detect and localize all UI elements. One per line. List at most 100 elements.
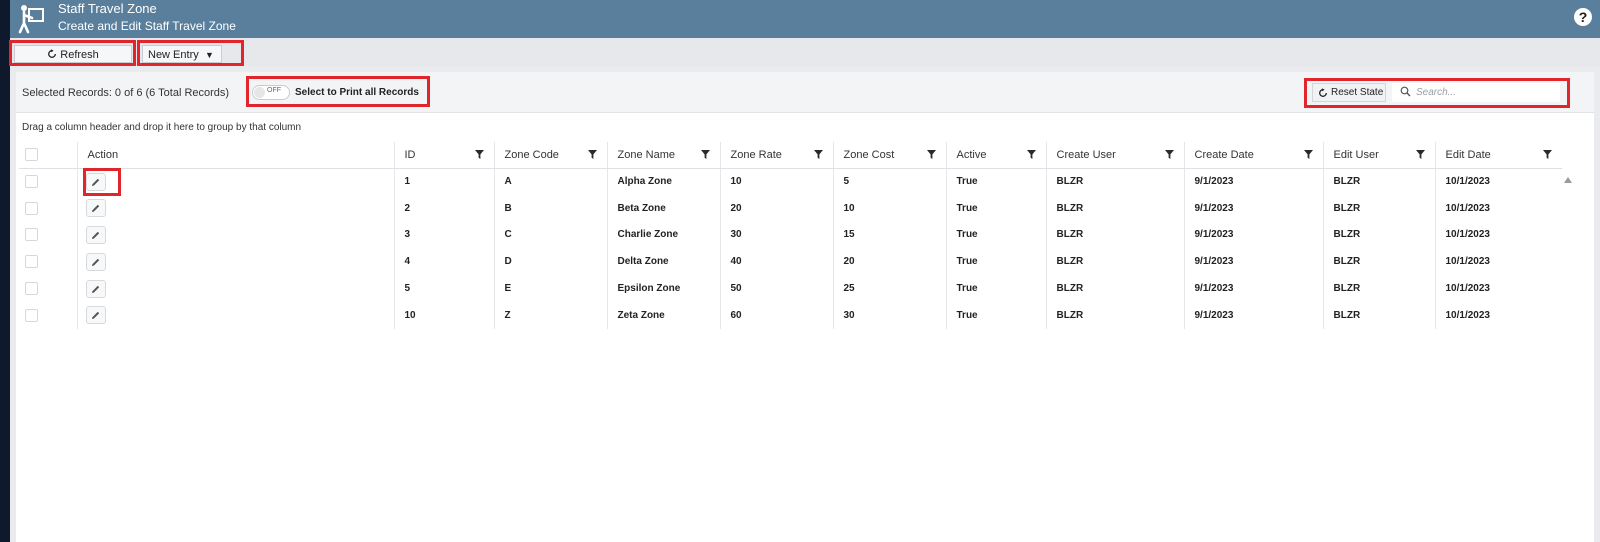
action-cell [76, 248, 394, 276]
filter-icon[interactable] [926, 150, 936, 162]
filter-icon[interactable] [813, 150, 823, 162]
column-header-label: Active [956, 148, 987, 161]
cell-edit-date: 10/1/2023 [1434, 168, 1562, 195]
person-door-icon [18, 5, 44, 34]
cell-zone-code: E [493, 275, 607, 302]
table-row[interactable]: 4 D Delta Zone 40 20 True BLZR 9/1/2023 BLZR 10/1… [19, 248, 1562, 276]
cell-zone-cost: 25 [832, 275, 946, 302]
row-checkbox[interactable] [25, 228, 38, 242]
cell-zone-rate: 10 [719, 168, 833, 195]
cell-id: 1 [393, 168, 494, 195]
column-header-label: Edit User [1333, 148, 1379, 161]
filter-icon[interactable] [587, 150, 597, 162]
filter-icon[interactable] [1415, 150, 1425, 162]
row-checkbox[interactable] [25, 255, 38, 269]
filter-icon[interactable] [700, 150, 710, 162]
edit-button[interactable] [85, 306, 106, 325]
column-header-zone-code[interactable]: Zone Code [493, 142, 607, 169]
column-header-label: Create Date [1194, 148, 1254, 161]
edit-button[interactable] [85, 199, 106, 218]
table-row[interactable]: 5 E Epsilon Zone 50 25 True BLZR 9/1/2023 BLZR 10… [19, 275, 1562, 302]
cell-zone-cost: 15 [832, 221, 946, 249]
selected-records-text: Selected Records: 0 of 6 (6 Total Record… [22, 87, 230, 99]
filter-icon[interactable] [474, 150, 484, 162]
column-header-edit-user[interactable]: Edit User [1322, 142, 1435, 169]
column-header-create-user[interactable]: Create User [1045, 142, 1184, 169]
table-row[interactable]: 10 Z Zeta Zone 60 30 True BLZR 9/1/2023 BLZR 10/1… [19, 301, 1562, 329]
cell-create-user: BLZR [1045, 301, 1184, 329]
column-header-create-date[interactable]: Create Date [1183, 142, 1323, 169]
cell-active: True [945, 248, 1046, 276]
table-row[interactable]: 1 A Alpha Zone 10 5 True BLZR 9/1/2023 BLZR 10/1/… [19, 168, 1562, 195]
table-row[interactable]: 2 B Beta Zone 20 10 True BLZR 9/1/2023 BLZR 10/1/… [19, 194, 1562, 222]
column-header-active[interactable]: Active [945, 142, 1046, 169]
row-select-cell [19, 275, 77, 302]
scroll-up-arrow-icon[interactable] [1564, 177, 1572, 183]
cell-zone-name: Zeta Zone [606, 301, 720, 329]
header-row: Action ID Zone Code Zone Name Zone Rate … [19, 142, 1562, 169]
column-header-label: Action [87, 148, 119, 161]
cell-zone-name: Beta Zone [606, 194, 720, 222]
cell-zone-cost: 30 [832, 301, 946, 329]
grid-body: 1 A Alpha Zone 10 5 True BLZR 9/1/2023 BLZR 10/1/… [19, 168, 1562, 329]
filter-icon[interactable] [1164, 150, 1174, 162]
highlight-refresh [9, 40, 136, 66]
action-cell [76, 301, 394, 329]
cell-edit-user: BLZR [1322, 301, 1435, 329]
toolbar: Refresh New Entry ▼ [9, 38, 1600, 66]
cell-zone-name: Delta Zone [606, 248, 720, 276]
row-checkbox[interactable] [25, 201, 38, 215]
cell-id: 2 [393, 194, 494, 222]
row-checkbox[interactable] [25, 175, 38, 189]
cell-zone-name: Charlie Zone [606, 221, 720, 249]
cell-create-date: 9/1/2023 [1183, 194, 1323, 222]
column-header-zone-name[interactable]: Zone Name [606, 142, 720, 169]
page-title: Staff Travel Zone [58, 1, 157, 16]
select-all-checkbox[interactable] [25, 148, 38, 162]
cell-zone-rate: 50 [719, 275, 833, 302]
edit-button[interactable] [85, 279, 106, 298]
cell-edit-user: BLZR [1322, 168, 1435, 195]
edit-button[interactable] [85, 252, 106, 271]
cell-active: True [945, 194, 1046, 222]
column-header-label: Zone Cost [843, 148, 895, 161]
pencil-icon [90, 285, 101, 298]
edit-button[interactable] [85, 225, 106, 244]
row-checkbox[interactable] [25, 308, 38, 322]
filter-icon[interactable] [1543, 150, 1552, 162]
filter-icon[interactable] [1026, 150, 1036, 162]
pencil-icon [90, 258, 101, 271]
cell-active: True [945, 301, 1046, 329]
cell-create-user: BLZR [1045, 275, 1184, 302]
table-row[interactable]: 3 C Charlie Zone 30 15 True BLZR 9/1/2023 BLZR 10… [19, 221, 1562, 249]
grid-scrollbar[interactable] [1562, 169, 1574, 542]
row-checkbox[interactable] [25, 282, 38, 296]
cell-edit-user: BLZR [1322, 248, 1435, 276]
cell-create-date: 9/1/2023 [1183, 168, 1323, 195]
highlight-edit-button [83, 168, 121, 196]
column-header-id[interactable]: ID [393, 142, 494, 169]
column-header-edit-date[interactable]: Edit Date [1434, 142, 1562, 169]
row-select-cell [19, 222, 77, 249]
cell-create-date: 9/1/2023 [1183, 275, 1323, 302]
cell-active: True [945, 168, 1046, 195]
cell-zone-code: C [493, 221, 607, 249]
cell-zone-cost: 20 [832, 248, 946, 276]
cell-create-user: BLZR [1045, 168, 1184, 195]
cell-zone-rate: 40 [719, 248, 833, 276]
cell-create-user: BLZR [1045, 248, 1184, 276]
group-by-hint: Drag a column header and drop it here to… [22, 122, 302, 133]
pencil-icon [90, 231, 101, 244]
pencil-icon [90, 204, 101, 217]
column-header-zone-rate[interactable]: Zone Rate [719, 142, 833, 169]
cell-active: True [945, 275, 1046, 302]
cell-edit-date: 10/1/2023 [1434, 275, 1562, 302]
column-header-label: ID [404, 148, 416, 161]
column-header-action[interactable]: Action [76, 142, 394, 169]
column-header-zone-cost[interactable]: Zone Cost [832, 142, 946, 169]
row-select-cell [19, 248, 77, 275]
cell-edit-date: 10/1/2023 [1434, 301, 1562, 329]
help-icon[interactable]: ? [1574, 8, 1592, 26]
filter-icon[interactable] [1303, 150, 1313, 162]
cell-id: 10 [393, 301, 494, 329]
